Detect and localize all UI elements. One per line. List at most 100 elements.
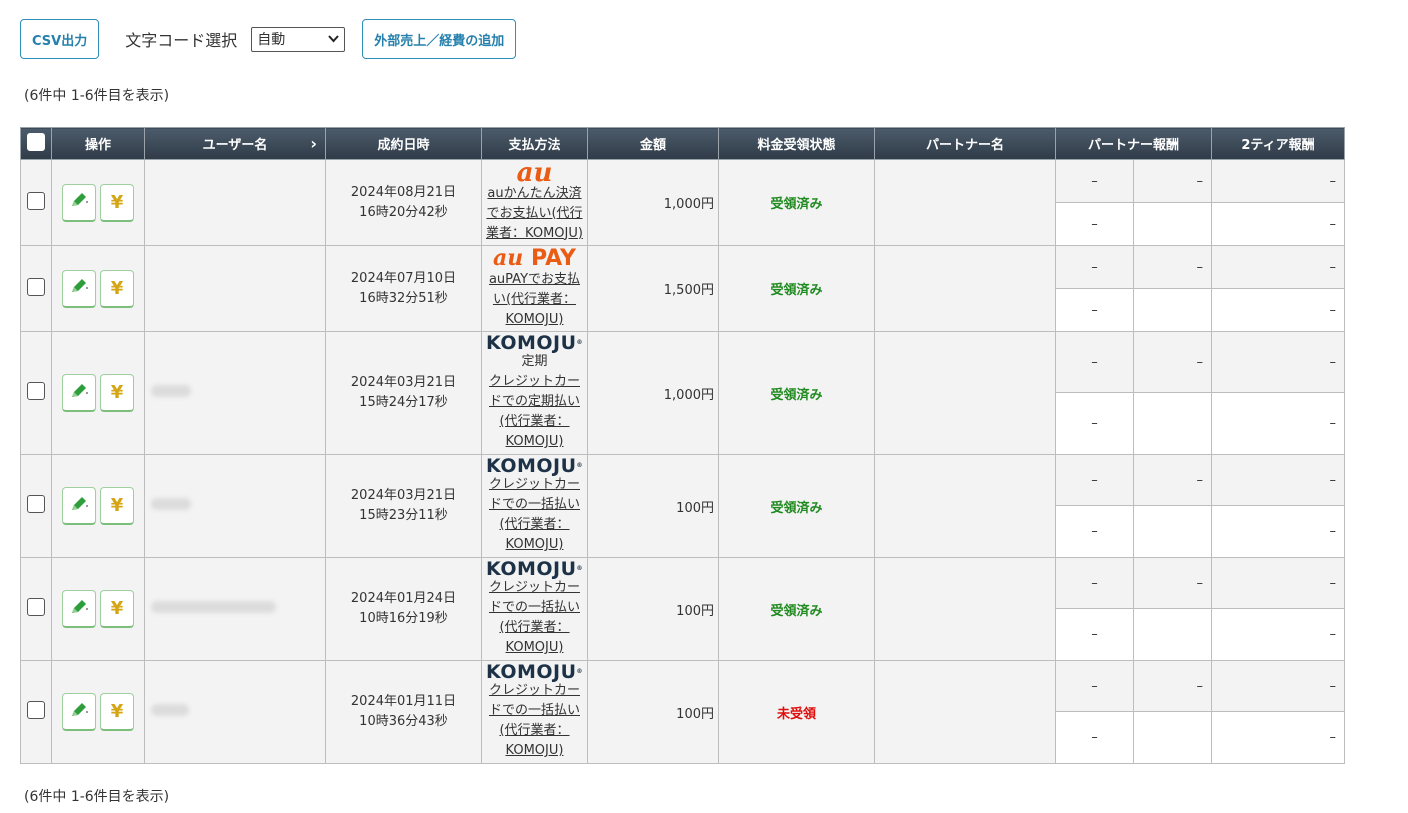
- partner-fee-cell: [1132, 202, 1213, 246]
- partner-fee-cell: –: [1132, 557, 1213, 609]
- payment-button[interactable]: ¥: [100, 374, 134, 412]
- amount-cell: 100円: [587, 454, 719, 558]
- payment-method-link[interactable]: KOMOJU): [506, 537, 564, 552]
- yen-icon: ¥: [110, 598, 124, 619]
- payment-method-link[interactable]: ドでの一括払い: [489, 497, 580, 512]
- ops-cell: ¥: [51, 331, 145, 455]
- payment-method-link[interactable]: auかんたん決済: [487, 186, 581, 201]
- payment-method-link[interactable]: auPAYでお支払: [489, 272, 580, 287]
- user-name-redacted: [151, 385, 191, 397]
- partner-fee-cell: –: [1055, 505, 1134, 558]
- partner-fee-cell: [1132, 392, 1213, 455]
- payment-method-link[interactable]: KOMOJU): [506, 312, 564, 327]
- payment-method-link[interactable]: クレジットカー: [489, 580, 580, 595]
- partner-fee-cell: [1132, 505, 1213, 558]
- user-cell: [144, 331, 326, 455]
- row-checkbox[interactable]: [27, 701, 45, 719]
- payment-method-link[interactable]: KOMOJU): [506, 640, 564, 655]
- payment-method-link[interactable]: クレジットカー: [489, 477, 580, 492]
- row-checkbox[interactable]: [27, 382, 45, 400]
- payment-button[interactable]: ¥: [100, 487, 134, 525]
- partner-cell: [874, 331, 1056, 455]
- payment-cell: au auかんたん決済 でお支払い(代行 業者：KOMOJU): [481, 157, 588, 246]
- edit-button[interactable]: [62, 183, 96, 222]
- amount-cell: 1,000円: [587, 159, 719, 246]
- encoding-select[interactable]: 自動: [251, 26, 346, 52]
- result-count-bottom: (6件中 1-6件目を表示): [24, 789, 170, 805]
- payment-button[interactable]: ¥: [100, 269, 134, 308]
- table-header-row: 操作 ユーザー名 › 成約日時 支払方法 金額 料金受領状態 パートナー名 パー…: [20, 127, 1346, 160]
- row-checkbox[interactable]: [27, 191, 45, 210]
- ops-cell: ¥: [51, 660, 145, 764]
- payment-button[interactable]: ¥: [100, 590, 134, 628]
- user-cell: [144, 245, 326, 332]
- user-name-redacted: [151, 704, 189, 716]
- payment-method-link[interactable]: KOMOJU): [506, 434, 564, 449]
- edit-button[interactable]: [62, 487, 96, 525]
- tier2-fee-cell: –: [1211, 660, 1346, 712]
- partner-fee-cell: –: [1055, 202, 1134, 246]
- aupay-logo: au PAY: [493, 245, 576, 271]
- edit-button[interactable]: [62, 590, 96, 628]
- orders-table: 操作 ユーザー名 › 成約日時 支払方法 金額 料金受領状態 パートナー名 パー…: [20, 127, 1346, 764]
- status-cell: 受領済み: [718, 557, 875, 661]
- header-user[interactable]: ユーザー名 ›: [144, 127, 326, 160]
- header-partner: パートナー名: [874, 127, 1056, 160]
- payment-method-link[interactable]: ドでの一括払い: [489, 703, 580, 718]
- row-checkbox[interactable]: [27, 598, 45, 616]
- payment-method-link[interactable]: い(代行業者：: [493, 292, 576, 307]
- payment-method-link[interactable]: ドでの一括払い: [489, 600, 580, 615]
- payment-cell: KOMOJU® 定期 クレジットカー ドでの定期払い (代行業者： KOMOJU): [481, 331, 588, 455]
- partner-fee-cell: –: [1055, 557, 1134, 609]
- payment-method-link[interactable]: 業者：KOMOJU): [486, 226, 583, 241]
- status-cell: 未受領: [718, 660, 875, 764]
- result-count-top: (6件中 1-6件目を表示): [24, 88, 170, 104]
- csv-export-button[interactable]: CSV出力: [20, 19, 100, 59]
- payment-method-link[interactable]: (代行業者：: [499, 414, 569, 429]
- partner-fee-cell: –: [1132, 331, 1213, 393]
- partner-cell: [874, 557, 1056, 661]
- edit-button[interactable]: [62, 269, 96, 308]
- payment-method-link[interactable]: クレジットカー: [489, 683, 580, 698]
- yen-icon: ¥: [110, 495, 124, 516]
- header-date: 成約日時: [325, 127, 482, 160]
- payment-method-link[interactable]: ドでの定期払い: [489, 394, 580, 409]
- yen-icon: ¥: [110, 277, 124, 299]
- payment-method-link[interactable]: KOMOJU): [506, 743, 564, 758]
- edit-button[interactable]: [62, 693, 96, 731]
- tier2-fee-cell: –: [1211, 505, 1346, 558]
- date-cell: 2024年01月24日 10時16分19秒: [325, 557, 482, 661]
- ops-cell: ¥: [51, 159, 145, 246]
- tier2-fee-cell: –: [1211, 159, 1346, 203]
- table-row: ¥2024年03月21日 15時24分17秒 KOMOJU® 定期 クレジットカー ドでの…: [20, 331, 1346, 455]
- partner-fee-cell: –: [1132, 454, 1213, 506]
- payment-method-link[interactable]: (代行業者：: [499, 517, 569, 532]
- partner-cell: [874, 159, 1056, 246]
- date-cell: 2024年03月21日 15時23分11秒: [325, 454, 482, 558]
- payment-cell: au PAY auPAYでお支払 い(代行業者： KOMOJU): [481, 245, 588, 332]
- header-partner-fee: パートナー報酬: [1054, 127, 1213, 160]
- au-logo: au: [516, 157, 553, 188]
- payment-method-link[interactable]: でお支払い(代行: [486, 206, 582, 221]
- chevron-down-icon: [328, 33, 339, 46]
- payment-cell: KOMOJU® クレジットカー ドでの一括払い (代行業者： KOMOJU): [481, 660, 588, 764]
- payment-button[interactable]: ¥: [100, 693, 134, 731]
- edit-button[interactable]: [62, 374, 96, 412]
- payment-method-link[interactable]: クレジットカー: [489, 374, 580, 389]
- select-all-checkbox[interactable]: [27, 132, 45, 151]
- user-name-redacted: [151, 601, 276, 613]
- payment-method-link[interactable]: (代行業者：: [499, 620, 569, 635]
- payment-method-link[interactable]: (代行業者：: [499, 723, 569, 738]
- row-select-cell: [20, 331, 52, 455]
- chevron-right-icon: ›: [310, 134, 317, 153]
- partner-fee-cell: –: [1055, 454, 1134, 506]
- user-name-redacted: [151, 498, 191, 510]
- pencil-icon: [69, 494, 89, 518]
- komoju-logo: KOMOJU®: [485, 558, 584, 580]
- row-checkbox[interactable]: [27, 277, 45, 296]
- row-checkbox[interactable]: [27, 495, 45, 513]
- ops-cell: ¥: [51, 245, 145, 332]
- add-external-sales-button[interactable]: 外部売上／経費の追加: [362, 19, 517, 59]
- header-payment: 支払方法: [481, 127, 588, 160]
- payment-button[interactable]: ¥: [100, 183, 134, 222]
